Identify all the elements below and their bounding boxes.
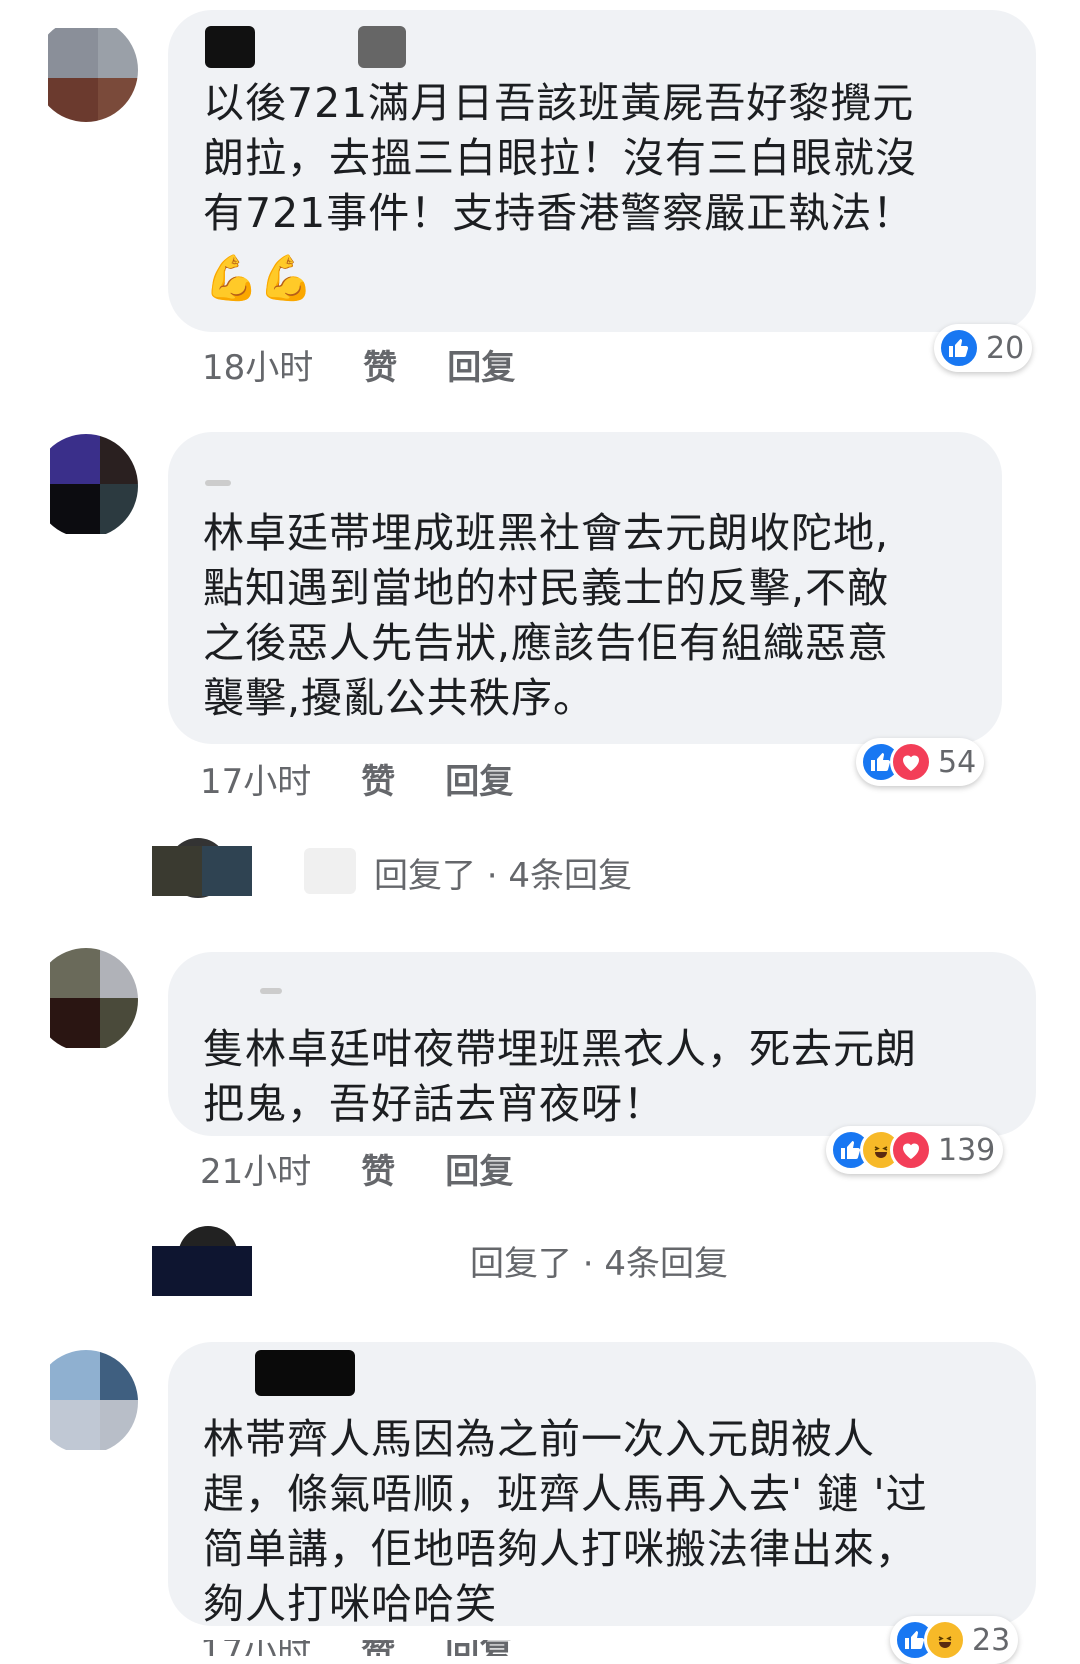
love-reaction-icon: [890, 1129, 932, 1171]
reaction-count: 139: [938, 1132, 996, 1168]
comment-text: 隻林卓廷咁夜帶埋班黑衣人，死去元朗 把鬼，吾好話去宵夜呀！: [203, 1025, 917, 1128]
comment-meta: 21小时 赞 回复: [200, 1144, 563, 1193]
comment-meta: 17小时 赞 回复: [200, 1640, 563, 1656]
commenter-name-redacted: [260, 988, 282, 994]
commenter-avatar[interactable]: [34, 18, 138, 122]
reaction-count: 20: [986, 330, 1025, 366]
love-reaction-icon: [890, 741, 932, 783]
reply-button[interactable]: 回复: [445, 1640, 513, 1656]
comment-text: 林卓廷帯埋成班黑社會去元朗收陀地, 點知遇到當地的村民義士的反擊,不敵 之後惡人…: [203, 509, 890, 722]
commenter-name-redacted: [205, 480, 231, 486]
view-replies-link[interactable]: 回复了 · 4条回复: [470, 1236, 728, 1285]
commenter-avatar[interactable]: [34, 1350, 138, 1454]
commenter-avatar[interactable]: [34, 434, 138, 538]
commenter-name-redacted: [205, 26, 255, 68]
reaction-count: 23: [972, 1622, 1011, 1658]
comment-time[interactable]: 17小时: [200, 1640, 311, 1656]
comment-time[interactable]: 17小时: [200, 754, 311, 803]
reply-avatar-redacted: [152, 1246, 252, 1296]
view-replies-link[interactable]: 回复了 · 4条回复: [374, 848, 632, 897]
reaction-summary[interactable]: 54: [856, 738, 985, 786]
like-button[interactable]: 赞: [361, 754, 395, 803]
comment-meta: 17小时 赞 回复: [200, 754, 563, 803]
reply-button[interactable]: 回复: [445, 1144, 513, 1193]
comment-meta: 18小时 赞 回复: [202, 340, 565, 389]
commenter-avatar[interactable]: [34, 948, 138, 1052]
like-button[interactable]: 赞: [361, 1144, 395, 1193]
like-button[interactable]: 赞: [361, 1640, 395, 1656]
reply-button[interactable]: 回复: [447, 340, 515, 389]
comment-text: 林帯齊人馬因為之前一次入元朗被人 趕，條氣唔顺，班齊人馬再入去' 鏈 '过 简单…: [203, 1415, 928, 1628]
commenter-name-redacted: [255, 1350, 355, 1396]
like-reaction-icon: [938, 327, 980, 369]
like-button[interactable]: 赞: [363, 340, 397, 389]
comment-text: 以後721滿月日吾該班黃屍吾好黎攪元 朗拉，去搵三白眼拉！沒有三白眼就沒 有72…: [203, 79, 917, 237]
reaction-count: 54: [938, 744, 977, 780]
comment-time[interactable]: 18小时: [202, 340, 313, 389]
commenter-name-redacted: [358, 26, 406, 68]
replier-name-redacted: [304, 848, 356, 894]
reply-button[interactable]: 回复: [445, 754, 513, 803]
haha-reaction-icon: [924, 1619, 966, 1661]
reaction-summary[interactable]: 20: [934, 324, 1033, 372]
flexed-biceps-emoji: 💪💪: [204, 253, 314, 304]
reply-avatar-redacted: [152, 846, 252, 896]
comment-time[interactable]: 21小时: [200, 1144, 311, 1193]
reaction-summary[interactable]: 139: [826, 1126, 1004, 1174]
reaction-summary[interactable]: 23: [890, 1616, 1019, 1664]
